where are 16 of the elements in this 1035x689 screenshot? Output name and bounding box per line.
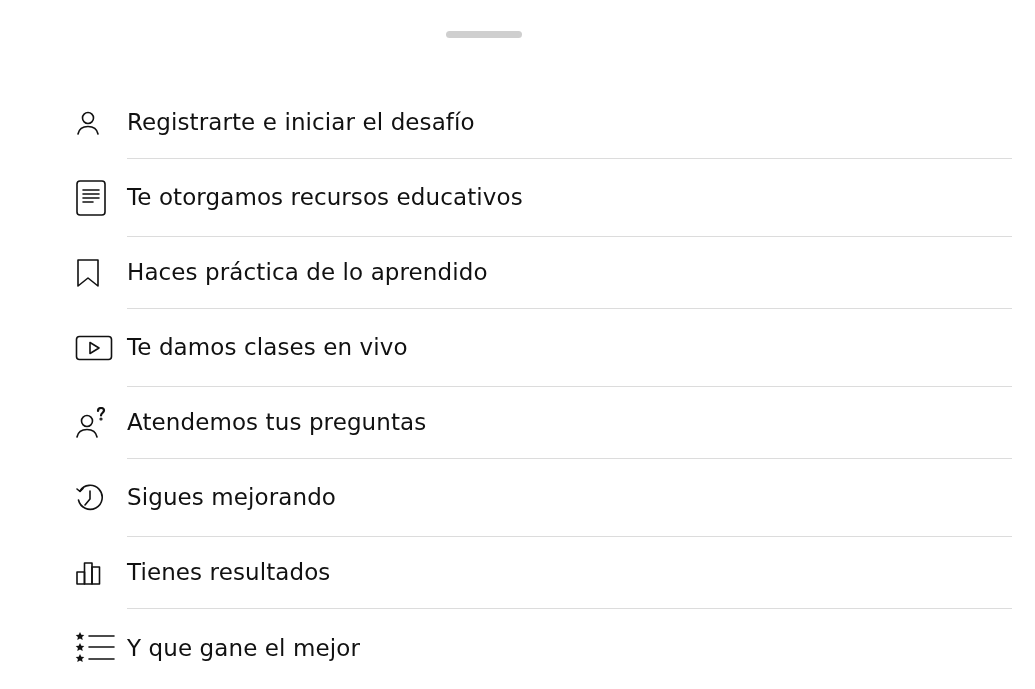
- step-label: Registrarte e iniciar el desafío: [127, 108, 475, 138]
- drag-handle[interactable]: [446, 31, 522, 38]
- step-label: Atendemos tus preguntas: [127, 408, 427, 438]
- bar-chart-icon: [75, 560, 103, 586]
- step-label: Sigues mejorando: [127, 483, 337, 513]
- step-label: Y que gane el mejor: [127, 633, 360, 663]
- step-label: Tienes resultados: [127, 558, 331, 588]
- clock-icon: [75, 483, 105, 513]
- step-label: Te otorgamos recursos educativos: [127, 183, 523, 213]
- video-icon: [75, 335, 113, 361]
- step-label: Te damos clases en vivo: [127, 333, 408, 363]
- bookmark-icon: [75, 258, 101, 288]
- star-list-icon: [75, 631, 115, 665]
- person-icon: [75, 110, 101, 136]
- document-icon: [75, 179, 107, 217]
- step-label: Haces práctica de lo aprendido: [127, 258, 488, 288]
